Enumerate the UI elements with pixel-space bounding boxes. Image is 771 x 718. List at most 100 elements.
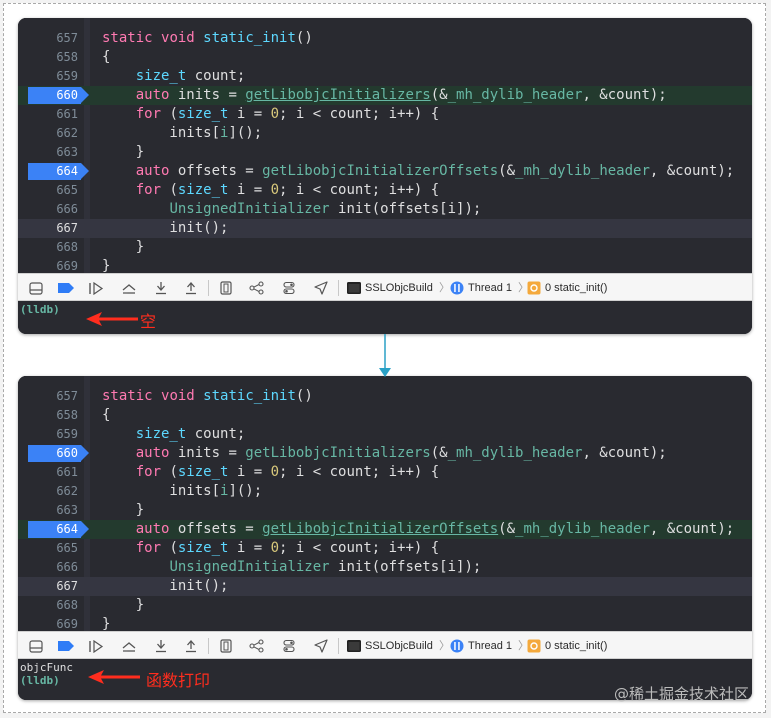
code-text: static void static_init() — [102, 388, 313, 404]
code-line[interactable]: 668 } — [18, 596, 752, 615]
view-hierarchy-icon[interactable] — [218, 638, 234, 654]
thread-icon — [449, 280, 465, 296]
step-over-icon[interactable] — [121, 638, 137, 654]
code-line[interactable]: 663 } — [18, 143, 752, 162]
line-number[interactable]: 665 — [18, 539, 78, 558]
code-text: inits[i](); — [102, 125, 263, 141]
simulate-location-icon[interactable] — [313, 280, 329, 296]
continue-icon[interactable] — [88, 280, 104, 296]
code-line[interactable]: 663 } — [18, 501, 752, 520]
code-line[interactable]: 668 } — [18, 238, 752, 257]
code-text: { — [102, 49, 111, 65]
code-line[interactable]: 664 auto offsets = getLibobjcInitializer… — [18, 520, 752, 539]
thread-icon — [449, 638, 465, 654]
line-number[interactable]: 659 — [18, 425, 78, 444]
line-number[interactable]: 668 — [18, 596, 78, 615]
watermark: @稀土掘金技术社区 — [613, 685, 749, 703]
code-line[interactable]: 661 for (size_t i = 0; i < count; i++) { — [18, 105, 752, 124]
code-line[interactable]: 665 for (size_t i = 0; i < count; i++) { — [18, 539, 752, 558]
memory-graph-icon[interactable] — [249, 638, 265, 654]
code-line[interactable]: 662 inits[i](); — [18, 124, 752, 143]
code-line[interactable]: 662 inits[i](); — [18, 482, 752, 501]
debug-bar: SSLObjcBuild 〉 Thread 1 〉 0 static_init(… — [18, 631, 752, 659]
line-number[interactable]: 662 — [18, 482, 78, 501]
code-text: for (size_t i = 0; i < count; i++) { — [135, 464, 440, 480]
breadcrumb-frame[interactable]: 0 static_init() — [545, 274, 607, 302]
step-out-icon[interactable] — [183, 638, 199, 654]
line-number[interactable]: 657 — [18, 29, 78, 48]
code-editor[interactable]: 657 static void static_init() 658 {659 size… — [18, 376, 752, 632]
code-text: UnsignedInitializer init(offsets[i]); — [169, 201, 482, 217]
stack-frame-icon — [526, 638, 542, 654]
code-line[interactable]: 659 size_t count; — [18, 67, 752, 86]
code-line[interactable]: 666 UnsignedInitializer init(offsets[i])… — [18, 558, 752, 577]
console-output: objcFunc — [20, 661, 73, 674]
line-number[interactable]: 667 — [18, 219, 78, 238]
line-number[interactable]: 658 — [18, 48, 78, 67]
code-line[interactable]: 667 init(); — [18, 219, 752, 238]
code-editor[interactable]: 657 static void static_init() 658 {659 size… — [18, 18, 752, 274]
step-into-icon[interactable] — [153, 280, 169, 296]
line-number[interactable]: 663 — [18, 501, 78, 520]
console-toggle-icon[interactable] — [28, 638, 44, 654]
code-line[interactable]: 660 auto inits = getLibobjcInitializers(… — [18, 444, 752, 463]
memory-graph-icon[interactable] — [249, 280, 265, 296]
lldb-prompt[interactable]: (lldb) — [20, 674, 60, 687]
code-line[interactable]: 657 static void static_init() — [18, 387, 752, 406]
line-number[interactable]: 663 — [18, 143, 78, 162]
line-number[interactable]: 667 — [18, 577, 78, 596]
environment-overrides-icon[interactable] — [281, 280, 297, 296]
code-text: static void static_init() — [102, 30, 313, 46]
code-text: UnsignedInitializer init(offsets[i]); — [169, 559, 482, 575]
code-text: size_t count; — [135, 426, 246, 442]
code-text: init(); — [102, 578, 229, 594]
breadcrumb-thread[interactable]: Thread 1 — [468, 274, 512, 302]
code-text: auto offsets = getLibobjcInitializerOffs… — [135, 521, 735, 537]
annotation-function-print: 函数打印 — [146, 671, 211, 690]
line-number: 660 — [56, 88, 78, 102]
line-number[interactable]: 668 — [18, 238, 78, 257]
stack-frame-icon — [526, 280, 542, 296]
code-line[interactable]: 658 { — [18, 48, 752, 67]
line-number[interactable]: 657 — [18, 387, 78, 406]
line-number[interactable]: 666 — [18, 558, 78, 577]
code-line[interactable]: 658 { — [18, 406, 752, 425]
code-line[interactable]: 666 UnsignedInitializer init(offsets[i])… — [18, 200, 752, 219]
xcode-debug-panel-after: 657 static void static_init() 658 {659 size… — [18, 376, 752, 700]
breakpoints-active-icon[interactable] — [58, 280, 74, 296]
code-line[interactable]: 660 auto inits = getLibobjcInitializers(… — [18, 86, 752, 105]
breadcrumb-target[interactable]: SSLObjcBuild — [365, 274, 433, 302]
lldb-prompt[interactable]: (lldb) — [20, 303, 60, 316]
breadcrumb-target[interactable]: SSLObjcBuild — [365, 632, 433, 660]
code-line[interactable]: 661 for (size_t i = 0; i < count; i++) { — [18, 463, 752, 482]
line-number[interactable]: 661 — [18, 463, 78, 482]
code-line[interactable]: 659 size_t count; — [18, 425, 752, 444]
line-number[interactable]: 659 — [18, 67, 78, 86]
code-line[interactable]: 667 init(); — [18, 577, 752, 596]
code-line[interactable]: 664 auto offsets = getLibobjcInitializer… — [18, 162, 752, 181]
environment-overrides-icon[interactable] — [281, 638, 297, 654]
line-number[interactable]: 666 — [18, 200, 78, 219]
view-hierarchy-icon[interactable] — [218, 280, 234, 296]
code-text: } — [102, 239, 145, 255]
breadcrumb-thread[interactable]: Thread 1 — [468, 632, 512, 660]
step-into-icon[interactable] — [153, 638, 169, 654]
code-text: auto inits = getLibobjcInitializers(&_mh… — [135, 87, 667, 103]
step-over-icon[interactable] — [121, 280, 137, 296]
line-number[interactable]: 658 — [18, 406, 78, 425]
code-line[interactable]: 657 static void static_init() — [18, 29, 752, 48]
debug-bar: SSLObjcBuild 〉 Thread 1 〉 0 static_init(… — [18, 273, 752, 301]
breakpoints-active-icon[interactable] — [58, 638, 74, 654]
simulate-location-icon[interactable] — [313, 638, 329, 654]
line-number[interactable]: 661 — [18, 105, 78, 124]
console-toggle-icon[interactable] — [28, 280, 44, 296]
code-text: auto inits = getLibobjcInitializers(&_mh… — [135, 445, 667, 461]
app-target-icon — [346, 638, 362, 654]
step-out-icon[interactable] — [183, 280, 199, 296]
code-text: size_t count; — [135, 68, 246, 84]
code-line[interactable]: 665 for (size_t i = 0; i < count; i++) { — [18, 181, 752, 200]
continue-icon[interactable] — [88, 638, 104, 654]
line-number[interactable]: 665 — [18, 181, 78, 200]
breadcrumb-frame[interactable]: 0 static_init() — [545, 632, 607, 660]
line-number[interactable]: 662 — [18, 124, 78, 143]
